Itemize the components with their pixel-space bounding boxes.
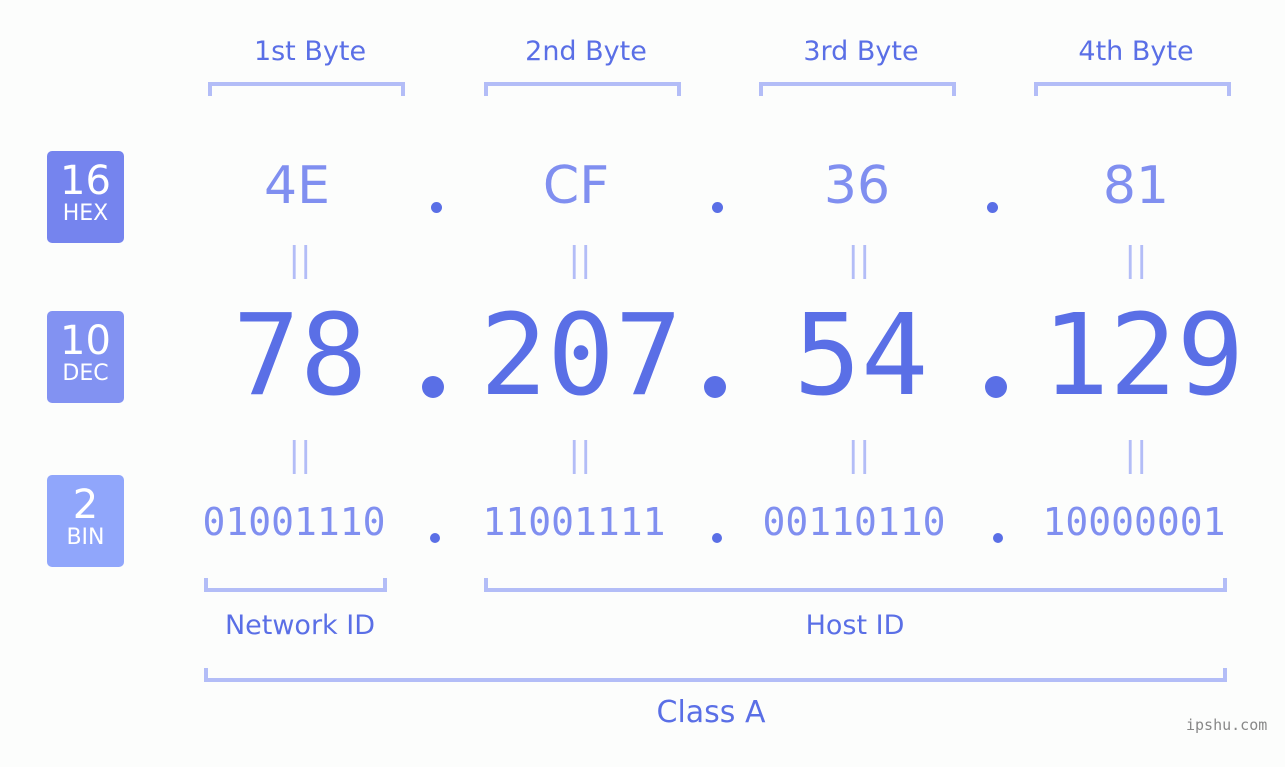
byte-bracket-3: [759, 82, 956, 96]
equals-sign: ||: [568, 240, 592, 280]
byte-bracket-4: [1034, 82, 1231, 96]
byte-title-3: 3rd Byte: [803, 36, 919, 67]
bin-separator-dot: [430, 533, 440, 543]
byte-bracket-2: [484, 82, 681, 96]
dec-value-3: 54: [793, 291, 929, 421]
bin-value-4: 10000001: [1042, 500, 1226, 544]
bin-separator-dot: [993, 533, 1003, 543]
bin-value-2: 11001111: [482, 500, 666, 544]
bin-value-1: 01001110: [202, 500, 386, 544]
equals-sign: ||: [1124, 435, 1148, 475]
byte-title-2: 2nd Byte: [525, 36, 647, 67]
hex-value-2: CF: [542, 156, 610, 216]
equals-sign: ||: [288, 435, 312, 475]
hex-value-4: 81: [1102, 156, 1170, 216]
network-id-bracket: [204, 578, 387, 592]
dec-badge: 10 DEC: [47, 311, 124, 403]
equals-sign: ||: [847, 435, 871, 475]
bin-separator-dot: [712, 533, 722, 543]
bin-base: 2: [72, 482, 99, 528]
hex-base: 16: [60, 158, 111, 204]
network-id-label: Network ID: [224, 610, 376, 641]
equals-sign: ||: [1124, 240, 1148, 280]
dec-value-4: 129: [1041, 291, 1245, 421]
hex-separator-dot: [712, 202, 723, 213]
dec-value-2: 207: [479, 291, 683, 421]
host-id-label: Host ID: [805, 610, 905, 641]
dec-value-1: 78: [232, 291, 368, 421]
equals-sign: ||: [568, 435, 592, 475]
hex-separator-dot: [987, 202, 998, 213]
bin-label: BIN: [66, 525, 105, 550]
hex-value-1: 4E: [264, 156, 330, 216]
byte-bracket-1: [208, 82, 405, 96]
hex-separator-dot: [431, 202, 442, 213]
class-bracket: [204, 668, 1227, 682]
dec-separator-dot: [985, 376, 1007, 398]
byte-title-4: 4th Byte: [1078, 36, 1194, 67]
dec-base: 10: [60, 318, 111, 364]
hex-value-3: 36: [823, 156, 891, 216]
bin-value-3: 00110110: [762, 500, 946, 544]
dec-separator-dot: [704, 376, 726, 398]
hex-label: HEX: [62, 201, 109, 226]
hex-badge: 16 HEX: [47, 151, 124, 243]
bin-badge: 2 BIN: [47, 475, 124, 567]
equals-sign: ||: [847, 240, 871, 280]
host-id-bracket: [484, 578, 1227, 592]
class-label: Class A: [656, 695, 766, 730]
dec-label: DEC: [62, 361, 109, 386]
equals-sign: ||: [288, 240, 312, 280]
watermark: ipshu.com: [1186, 716, 1268, 734]
dec-separator-dot: [422, 376, 444, 398]
byte-title-1: 1st Byte: [253, 36, 367, 67]
